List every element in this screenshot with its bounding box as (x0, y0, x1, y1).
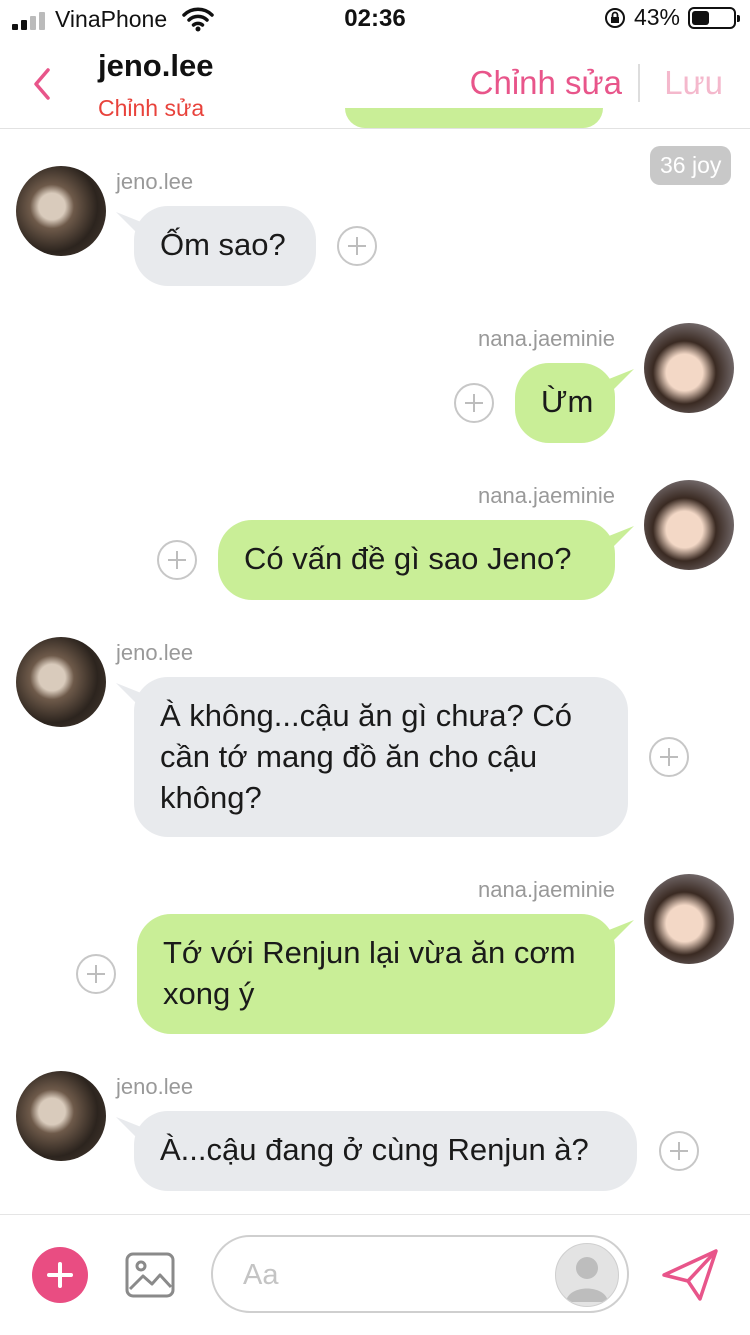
react-plus-button[interactable] (337, 226, 377, 266)
sender-name: jeno.lee (116, 640, 194, 665)
image-icon[interactable] (124, 1249, 176, 1301)
status-bar: VinaPhone 02:36 43% (0, 0, 750, 40)
sender-name: nana.jaeminie (478, 877, 615, 902)
react-plus-button[interactable] (157, 540, 197, 580)
avatar-nana[interactable] (644, 874, 734, 964)
header-divider (638, 64, 640, 102)
save-button[interactable]: Lưu (664, 64, 723, 102)
sender-name: jeno.lee (116, 169, 194, 194)
sender-name: jeno.lee (116, 1074, 194, 1099)
add-button[interactable] (32, 1247, 88, 1303)
react-plus-button[interactable] (649, 737, 689, 777)
message-bubble-outgoing[interactable]: Có vấn đề gì sao Jeno? (218, 520, 615, 600)
sender-name: nana.jaeminie (478, 483, 615, 508)
message-bubble-outgoing[interactable]: Ừm (515, 363, 615, 443)
header-subtitle-edit-link[interactable]: Chỉnh sửa (98, 95, 204, 122)
previous-message-bubble (345, 108, 603, 128)
message-bubble-incoming[interactable]: À...cậu đang ở cùng Renjun à? (134, 1111, 637, 1191)
message-bubble-incoming[interactable]: Ốm sao? (134, 206, 316, 286)
message-bubble-outgoing[interactable]: Tớ với Renjun lại vừa ăn cơm xong ý (137, 914, 615, 1034)
avatar-jeno[interactable] (16, 1071, 106, 1161)
edit-button[interactable]: Chỉnh sửa (470, 64, 622, 102)
react-plus-button[interactable] (659, 1131, 699, 1171)
avatar-nana[interactable] (644, 323, 734, 413)
joy-count-badge: 36 joy (650, 146, 732, 185)
message-input[interactable] (241, 1249, 545, 1301)
conversation-title: jeno.lee (98, 48, 214, 83)
avatar-nana[interactable] (644, 480, 734, 570)
react-plus-button[interactable] (76, 954, 116, 994)
message-input-box[interactable] (211, 1235, 629, 1313)
avatar-jeno[interactable] (16, 166, 106, 256)
react-plus-button[interactable] (454, 383, 494, 423)
battery-percent: 43% (633, 4, 680, 30)
message-bubble-incoming[interactable]: À không...cậu ăn gì chưa? Có cần tớ mang… (134, 677, 628, 837)
sender-name: nana.jaeminie (478, 326, 615, 351)
composer-bar (0, 1214, 750, 1335)
back-chevron-icon[interactable] (28, 64, 58, 104)
send-icon[interactable] (660, 1247, 720, 1303)
orientation-lock-icon (604, 7, 625, 28)
battery-icon (688, 6, 740, 29)
avatar-jeno[interactable] (16, 637, 106, 727)
user-avatar-icon[interactable] (555, 1243, 619, 1307)
